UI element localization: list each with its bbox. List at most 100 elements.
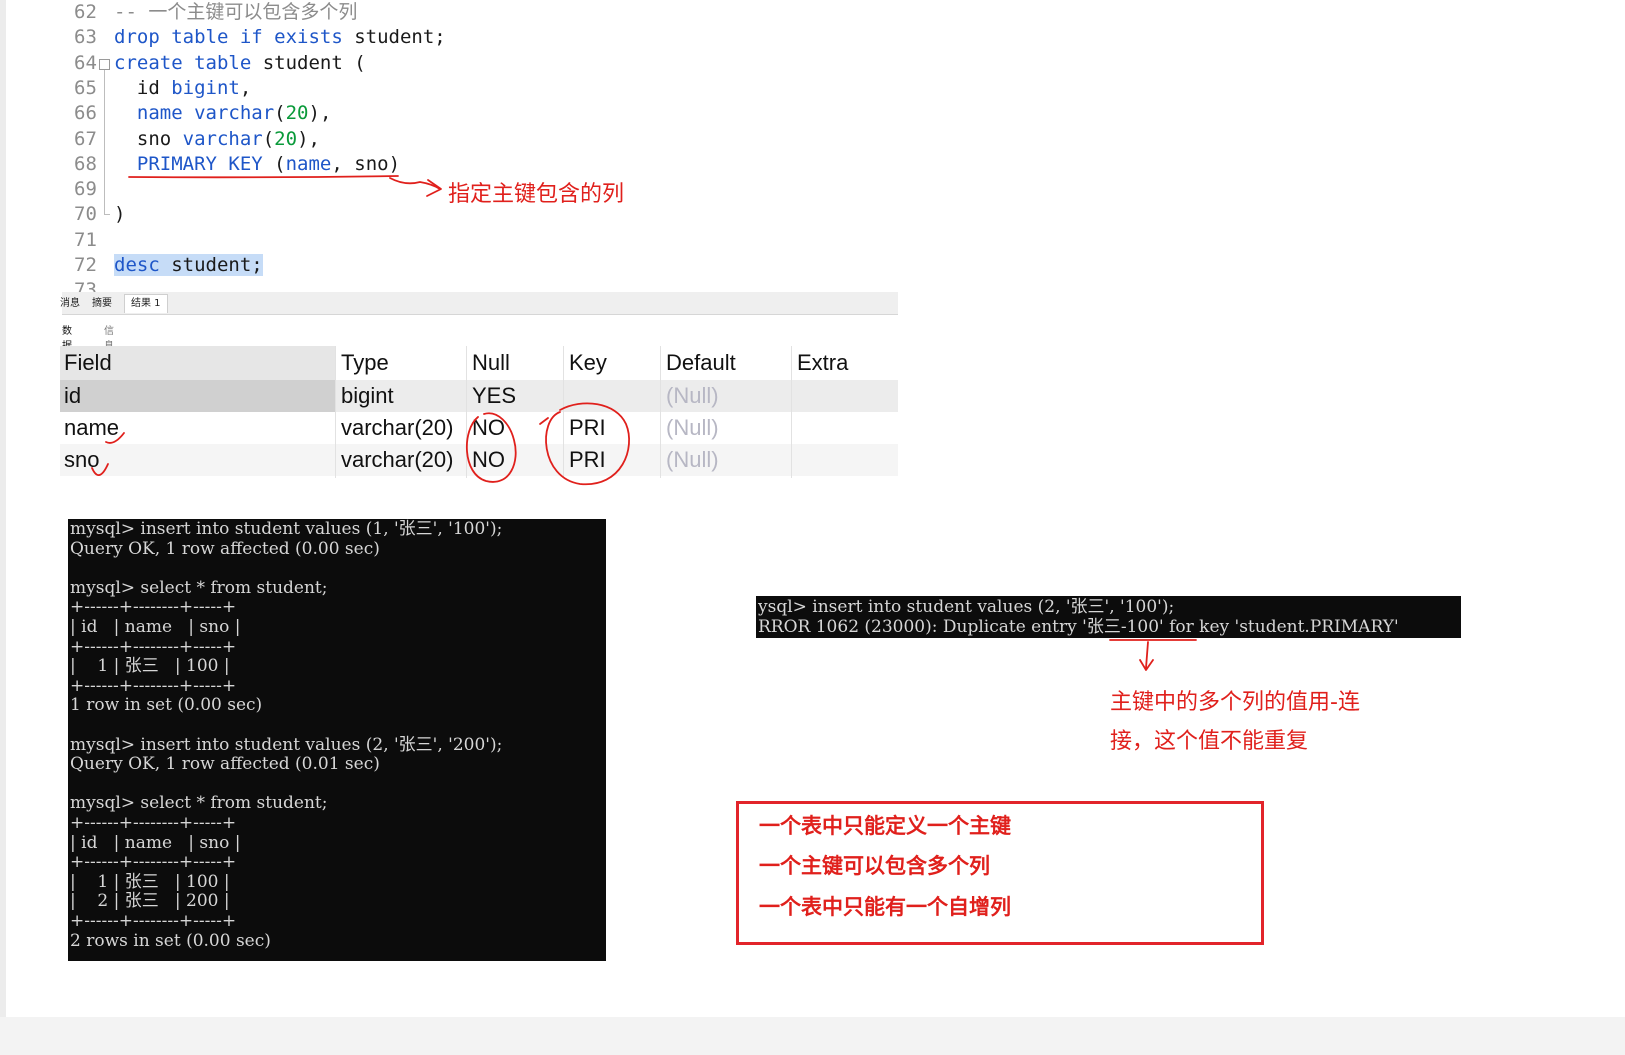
terminal-line: Query OK, 1 row affected (0.00 sec) [70,538,380,559]
terminal-line: ysql> insert into student values (2, '张三… [758,597,1175,617]
tab-messages[interactable]: 消息 [60,295,80,313]
terminal-line: | 1 | 张三 | 100 | [70,656,230,677]
terminal-line: mysql> insert into student values (2, '张… [70,734,503,755]
terminal-line: +------+--------+-----+ [70,636,237,657]
code-token: ), [308,102,332,125]
tab-result-1[interactable]: 结果 1 [124,294,168,313]
line-number: 67 [74,127,97,150]
rule-item: 一个主键可以包含多个列 [759,854,990,878]
cell-type[interactable]: varchar(20) [341,412,453,444]
column-header-type[interactable]: Type [341,346,389,380]
terminal-line: 2 rows in set (0.00 sec) [70,930,271,951]
code-text[interactable]: ) [114,202,125,227]
grid-header-row: Field Type Null Key Default Extra [60,346,898,380]
code-text[interactable]: sno varchar(20), [114,127,320,152]
table-row[interactable]: id bigint YES (Null) [60,380,898,412]
column-header-default[interactable]: Default [666,346,736,380]
code-token: drop table if exists [114,26,343,49]
code-text[interactable]: id bigint, [114,76,251,101]
cell-key[interactable]: PRI [569,412,606,444]
code-token: sno [114,127,183,150]
column-divider[interactable] [660,346,661,478]
cell-default[interactable]: (Null) [666,444,719,476]
code-token: student; [159,254,263,276]
table-row[interactable]: sno varchar(20) NO PRI (Null) [60,444,898,476]
column-header-key[interactable]: Key [569,346,607,380]
cell-key[interactable]: PRI [569,444,606,476]
terminal-line: mysql> select * from student; [70,793,328,814]
annotation-concat-line1: 主键中的多个列的值用-连 [1110,690,1360,715]
line-number: 72 [74,254,97,276]
terminal-line: +------+--------+-----+ [70,911,237,931]
code-token: ( [262,152,286,175]
result-tab-bar: 消息 摘要 结果 1 [60,292,898,315]
cell-type[interactable]: bigint [341,380,394,412]
cell-default[interactable]: (Null) [666,380,719,412]
rules-box: 一个表中只能定义一个主键 一个主键可以包含多个列 一个表中只能有一个自增列 [736,801,1264,945]
terminal-line: Query OK, 1 row affected (0.01 sec) [70,754,380,775]
code-token: PRIMARY KEY [114,152,263,175]
code-token: ), [297,127,320,150]
code-token: -- 一个主键可以包含多个列 [114,1,358,23]
code-token: , sno) [331,152,401,175]
terminal-line: 1 row in set (0.00 sec) [70,695,263,716]
code-token: ( [262,127,275,150]
mysql-terminal-error: ysql> insert into student values (2, '张三… [756,596,1461,638]
code-token: create table [114,51,252,74]
terminal-line: | id | name | sno | [70,832,241,853]
column-header-field[interactable]: Field [64,346,112,380]
code-token: 20 [274,127,298,150]
terminal-line: mysql> select * from student; [70,577,328,598]
column-header-null[interactable]: Null [472,346,510,380]
terminal-line: RROR 1062 (23000): Duplicate entry '张三-1… [758,617,1399,637]
terminal-line: +------+--------+-----+ [70,675,237,696]
code-text[interactable]: name varchar(20), [114,101,332,126]
code-token: 20 [285,102,309,125]
cell-default[interactable]: (Null) [666,412,719,444]
arrow-down-line [1145,641,1149,669]
code-token: varchar [182,127,263,150]
result-grid[interactable]: Field Type Null Key Default Extra id big… [60,346,898,478]
code-text[interactable]: drop table if exists student; [114,25,446,50]
code-token: ) [114,203,126,226]
cell-field[interactable]: id [64,380,81,412]
column-divider[interactable] [466,346,467,478]
code-text[interactable]: desc student; [114,253,263,278]
cell-null[interactable]: YES [472,380,516,412]
code-token: ( [274,102,286,125]
sql-editor[interactable]: 62 -- 一个主键可以包含多个列 63 drop table if exists s… [62,0,862,301]
column-divider[interactable] [791,346,792,478]
arrowhead-down-icon [1139,659,1154,671]
code-text[interactable]: PRIMARY KEY (name, sno) [114,152,400,177]
window-left-edge [0,0,6,1055]
line-number: 62 [74,1,97,23]
cell-field[interactable]: sno [64,444,99,476]
cell-type[interactable]: varchar(20) [341,444,453,476]
code-token: desc [114,254,160,276]
tab-summary[interactable]: 摘要 [92,295,112,313]
cell-null[interactable]: NO [472,444,505,476]
code-text[interactable]: create table student ( [114,51,366,76]
terminal-line: +------+--------+-----+ [70,852,237,873]
column-divider[interactable] [563,346,564,478]
line-number: 68 [74,152,97,175]
rule-item: 一个表中只能定义一个主键 [759,814,1011,838]
table-row[interactable]: name varchar(20) NO PRI (Null) [60,412,898,444]
terminal-line: mysql> insert into student values (1, '张… [70,519,503,539]
column-header-extra[interactable]: Extra [797,346,848,380]
code-token: varchar [194,102,275,125]
code-token: student; [342,26,446,49]
line-number: 66 [74,102,97,125]
code-token: name [114,102,195,125]
window-bottom-strip [0,1017,1625,1055]
cell-null[interactable]: NO [472,412,505,444]
code-token: , [239,76,252,99]
mysql-terminal-main: mysql> insert into student values (1, '张… [68,519,606,961]
selected-cell-bg [60,380,335,412]
column-divider[interactable] [335,346,336,478]
annotation-pk-columns: 指定主键包含的列 [448,182,625,207]
annotation-concat-line2: 接，这个值不能重复 [1110,729,1309,754]
code-token: id [114,76,172,99]
cell-field[interactable]: name [64,412,119,444]
code-text[interactable]: -- 一个主键可以包含多个列 [114,0,357,25]
